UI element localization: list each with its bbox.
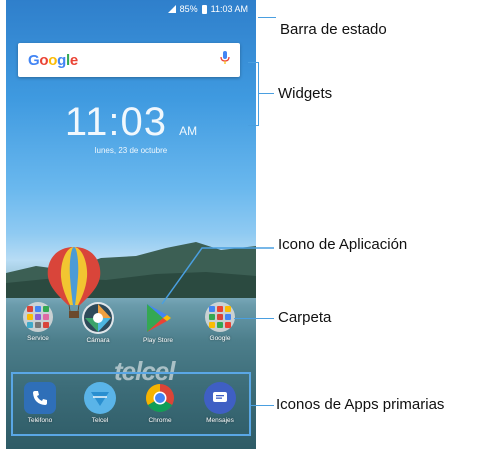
dock-app-telcel[interactable]: Telcel — [74, 382, 126, 424]
widgets-bracket — [248, 62, 259, 126]
phone-home-screen: 85% 11:03 AM Google 11:03 AM lunes, 23 d… — [6, 0, 256, 449]
app-label: Telcel — [91, 417, 109, 424]
app-camera[interactable]: Cámara — [72, 302, 124, 344]
app-icon-leader — [161, 247, 274, 305]
clock-ampm: AM — [179, 124, 198, 138]
microphone-icon[interactable] — [220, 50, 230, 70]
status-bar-leader — [258, 17, 276, 18]
callout-status-bar: Barra de estado — [280, 21, 387, 38]
clock-widget[interactable]: 11:03 AM — [6, 100, 256, 145]
signal-icon — [167, 5, 176, 13]
callout-folder: Carpeta — [278, 309, 332, 326]
google-search-widget[interactable]: Google — [18, 43, 240, 77]
app-label: Google — [209, 335, 231, 342]
dock-app-messages[interactable]: Mensajes — [194, 382, 246, 424]
status-bar: 85% 11:03 AM — [6, 0, 256, 18]
messages-icon — [204, 382, 236, 414]
status-time: 11:03 AM — [210, 4, 248, 14]
callout-app-icon: Icono de Aplicación — [278, 236, 408, 253]
widgets-leader — [258, 93, 274, 94]
chrome-icon — [144, 382, 176, 414]
app-label: Service — [27, 335, 49, 342]
app-service-folder[interactable]: Service — [12, 302, 64, 342]
callout-primary-apps: Iconos de Apps primarias — [276, 396, 445, 413]
callout-widgets: Widgets — [278, 85, 333, 102]
app-play-store[interactable]: Play Store — [132, 302, 184, 344]
primary-apps-leader — [251, 405, 274, 406]
app-label: Mensajes — [206, 417, 234, 424]
clock-time: 11:03 — [64, 100, 167, 144]
battery-percent: 85% — [179, 4, 198, 14]
telcel-icon — [84, 382, 116, 414]
phone-icon — [24, 382, 56, 414]
dock-app-chrome[interactable]: Chrome — [134, 382, 186, 424]
google-logo: Google — [28, 51, 78, 69]
app-google-folder[interactable]: Google — [194, 302, 246, 342]
app-label: Teléfono — [27, 417, 53, 424]
dock-app-phone[interactable]: Teléfono — [14, 382, 66, 424]
clock-date: lunes, 23 de octubre — [94, 146, 168, 155]
folder-icon — [23, 302, 53, 332]
app-label: Play Store — [143, 337, 173, 344]
folder-leader — [234, 318, 274, 319]
camera-icon — [82, 302, 114, 334]
battery-icon — [201, 4, 207, 14]
app-label: Chrome — [148, 417, 172, 424]
app-label: Cámara — [86, 337, 110, 344]
